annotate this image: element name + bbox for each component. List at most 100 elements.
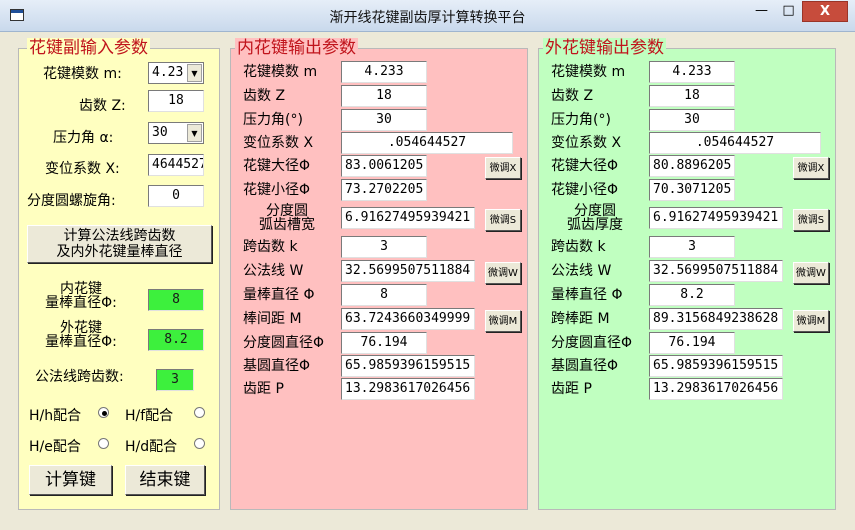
shift-coefficient-input[interactable]: 4644527 <box>148 154 204 176</box>
adjust-button[interactable]: 微调S <box>793 209 829 231</box>
row-label: 花键小径Φ <box>551 182 619 198</box>
adjust-button[interactable]: 微调S <box>485 209 521 231</box>
row-value[interactable]: .054644527 <box>649 132 821 154</box>
row-value[interactable]: 32.5699507511884 <box>649 260 783 282</box>
row-value[interactable]: 18 <box>341 85 427 107</box>
row-label: 分度圆 弧齿槽宽 <box>259 203 315 233</box>
row-label: 齿数 Z <box>243 88 286 104</box>
module-value: 4.23 <box>152 65 184 80</box>
row-value[interactable]: 6.91627495939421 <box>341 207 475 229</box>
row-label: 公法线 W <box>243 263 304 279</box>
row-label: 量棒直径 Φ <box>243 287 315 303</box>
row-value[interactable]: 63.7243660349999 <box>341 308 475 330</box>
adjust-button[interactable]: 微调M <box>485 310 521 332</box>
row-label: 跨齿数 k <box>243 239 298 255</box>
row-label: 分度圆直径Φ <box>551 335 633 351</box>
row-value[interactable]: 8 <box>341 284 427 306</box>
row-label: 压力角(°) <box>243 112 303 128</box>
row-label: 齿距 P <box>243 381 284 397</box>
outer-rod-output: 8.2 <box>148 329 204 351</box>
row-label: 量棒直径 Φ <box>551 287 623 303</box>
row-value[interactable]: 76.194 <box>341 332 427 354</box>
exit-button[interactable]: 结束键 <box>125 465 205 495</box>
module-select[interactable]: 4.23 ▼ <box>148 62 204 84</box>
fit-hd-label: H/d配合 <box>125 439 178 455</box>
row-label: 棒间距 M <box>243 311 302 327</box>
span-count-label: 公法线跨齿数: <box>35 369 124 385</box>
row-label: 跨齿数 k <box>551 239 606 255</box>
fit-hf-radio[interactable] <box>194 407 205 418</box>
close-button[interactable]: X <box>802 1 848 22</box>
adjust-button[interactable]: 微调M <box>793 310 829 332</box>
row-value[interactable]: 6.91627495939421 <box>649 207 783 229</box>
outer-panel-title: 外花键输出参数 <box>543 38 666 58</box>
row-value[interactable]: 76.194 <box>649 332 735 354</box>
pressure-angle-label: 压力角 α: <box>53 130 114 146</box>
row-value[interactable]: .054644527 <box>341 132 513 154</box>
dropdown-arrow-icon[interactable]: ▼ <box>187 124 202 142</box>
teeth-input[interactable]: 18 <box>148 90 204 112</box>
row-label: 花键大径Φ <box>243 158 311 174</box>
row-value[interactable]: 70.3071205 <box>649 179 735 201</box>
row-value[interactable]: 3 <box>649 236 735 258</box>
teeth-label: 齿数 Z: <box>79 98 126 114</box>
row-label: 花键模数 m <box>243 64 318 80</box>
window-title: 渐开线花键副齿厚计算转换平台 <box>329 10 526 26</box>
row-value[interactable]: 65.9859396159515 <box>649 355 783 377</box>
adjust-button[interactable]: 微调W <box>485 262 521 284</box>
minimize-button[interactable]: — <box>748 1 775 22</box>
calculate-button[interactable]: 计算键 <box>29 465 112 495</box>
row-label: 分度圆直径Φ <box>243 335 325 351</box>
row-value[interactable]: 89.3156849238628 <box>649 308 783 330</box>
fit-hf-label: H/f配合 <box>125 408 174 424</box>
row-value[interactable]: 83.0061205 <box>341 155 427 177</box>
helix-angle-input[interactable]: 0 <box>148 185 204 207</box>
pressure-angle-value: 30 <box>152 125 168 140</box>
row-value[interactable]: 80.8896205 <box>649 155 735 177</box>
title-bar[interactable]: 渐开线花键副齿厚计算转换平台 — □ X <box>0 0 855 32</box>
calc-span-button[interactable]: 计算公法线跨齿数 及内外花键量棒直径 <box>27 225 212 263</box>
fit-hh-radio[interactable] <box>98 407 109 418</box>
row-value[interactable]: 8.2 <box>649 284 735 306</box>
outer-rod-label: 外花键 量棒直径Φ: <box>45 320 117 350</box>
fit-he-radio[interactable] <box>98 438 109 449</box>
fit-hd-radio[interactable] <box>194 438 205 449</box>
row-value[interactable]: 13.2983617026456 <box>649 378 783 400</box>
input-panel: 花键副输入参数 花键模数 m: 4.23 ▼ 齿数 Z: 18 压力角 α: 3… <box>18 38 220 510</box>
row-value[interactable]: 32.5699507511884 <box>341 260 475 282</box>
row-value[interactable]: 30 <box>649 109 735 131</box>
row-value[interactable]: 3 <box>341 236 427 258</box>
row-value[interactable]: 13.2983617026456 <box>341 378 475 400</box>
shift-coefficient-label: 变位系数 X: <box>45 161 120 177</box>
row-label: 变位系数 X <box>243 135 314 151</box>
row-value[interactable]: 65.9859396159515 <box>341 355 475 377</box>
row-label: 基圆直径Φ <box>551 358 619 374</box>
adjust-button[interactable]: 微调X <box>793 157 829 179</box>
row-label: 花键模数 m <box>551 64 626 80</box>
row-value[interactable]: 30 <box>341 109 427 131</box>
app-window: 渐开线花键副齿厚计算转换平台 — □ X 花键副输入参数 花键模数 m: 4.2… <box>0 0 855 530</box>
row-label: 花键小径Φ <box>243 182 311 198</box>
row-label: 跨棒距 M <box>551 311 610 327</box>
fit-hh-label: H/h配合 <box>29 408 82 424</box>
row-label: 齿距 P <box>551 381 592 397</box>
adjust-button[interactable]: 微调W <box>793 262 829 284</box>
inner-panel-title: 内花键输出参数 <box>235 38 358 58</box>
adjust-button[interactable]: 微调X <box>485 157 521 179</box>
span-count-output: 3 <box>156 369 194 391</box>
row-value[interactable]: 4.233 <box>341 61 427 83</box>
pressure-angle-select[interactable]: 30 ▼ <box>148 122 204 144</box>
outer-spline-panel: 外花键输出参数 花键模数 m 4.233 齿数 Z 18 压力角(°) 30 变位系数 X.… <box>538 38 836 510</box>
module-label: 花键模数 m: <box>43 66 122 82</box>
row-label: 分度圆 弧齿厚度 <box>567 203 623 233</box>
row-label: 压力角(°) <box>551 112 611 128</box>
row-label: 公法线 W <box>551 263 612 279</box>
maximize-button[interactable]: □ <box>775 1 802 22</box>
row-value[interactable]: 73.2702205 <box>341 179 427 201</box>
row-value[interactable]: 18 <box>649 85 735 107</box>
fit-he-label: H/e配合 <box>29 439 81 455</box>
dropdown-arrow-icon[interactable]: ▼ <box>187 64 202 82</box>
row-value[interactable]: 4.233 <box>649 61 735 83</box>
inner-rod-output: 8 <box>148 289 204 311</box>
input-panel-title: 花键副输入参数 <box>27 38 150 58</box>
